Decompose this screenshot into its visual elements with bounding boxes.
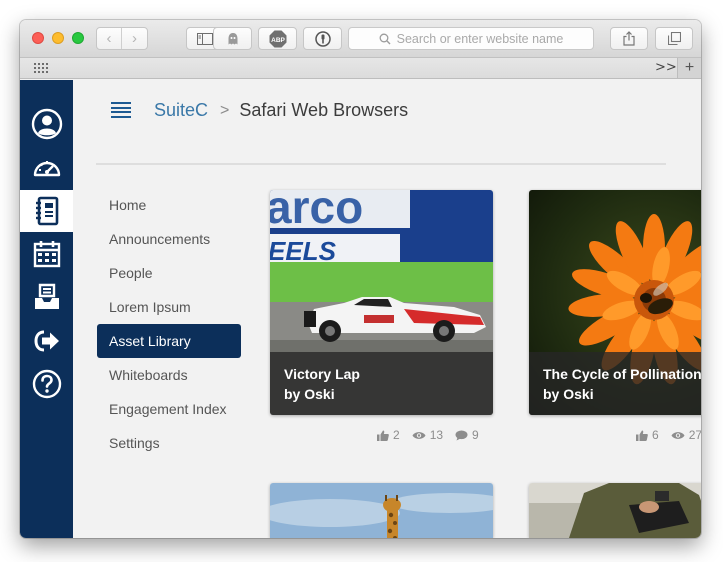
- asset-author: by Oski: [284, 386, 335, 402]
- hamburger-menu-icon[interactable]: [111, 102, 131, 118]
- address-bar[interactable]: Search or enter website name: [348, 27, 594, 50]
- nav-assets[interactable]: [20, 190, 73, 232]
- menu-item-people[interactable]: People: [97, 256, 241, 290]
- likes-count: 2: [393, 428, 400, 442]
- browser-window: ‹ › ABP Search or enter website name >> …: [20, 20, 701, 538]
- ghostery-button[interactable]: [213, 27, 252, 50]
- views-stat: 13: [412, 428, 443, 442]
- share-icon: [623, 31, 635, 46]
- nav-profile[interactable]: [20, 103, 73, 145]
- views-count: 27: [688, 428, 701, 442]
- page-title: Safari Web Browsers: [239, 100, 409, 120]
- thumbs-up-icon: [636, 430, 648, 441]
- back-forward-group: ‹ ›: [96, 27, 148, 50]
- asset-stats: 6 27: [636, 428, 701, 442]
- menu-item-settings[interactable]: Settings: [97, 426, 241, 460]
- main-content: SuiteC > Safari Web Browsers Home Announ…: [73, 80, 701, 538]
- browser-toolbar: ‹ › ABP Search or enter website name: [20, 20, 701, 58]
- tab-overview-button[interactable]: [655, 27, 693, 50]
- favorites-bar: >> +: [20, 58, 701, 79]
- eye-icon: [671, 431, 685, 439]
- adblock-label: ABP: [271, 37, 285, 44]
- more-icon[interactable]: >>: [655, 60, 677, 75]
- minimize-window-button[interactable]: [52, 32, 64, 44]
- svg-text:arco: arco: [270, 190, 363, 233]
- thumbs-up-icon: [377, 430, 389, 441]
- asset-caption: The Cycle of Pollination by Oski: [529, 352, 701, 415]
- sidebar-icon: [197, 32, 213, 45]
- asset-card[interactable]: arco EELS Victory Lap by Oski: [270, 190, 493, 415]
- menu-item-asset-library[interactable]: Asset Library: [97, 324, 241, 358]
- views-stat: 27: [671, 428, 701, 442]
- asset-title: The Cycle of Pollination: [543, 366, 701, 382]
- calendar-icon: [33, 241, 60, 268]
- address-placeholder: Search or enter website name: [396, 31, 564, 46]
- menu-item-whiteboards[interactable]: Whiteboards: [97, 358, 241, 392]
- inbox-icon: [34, 283, 59, 309]
- back-icon[interactable]: ‹: [97, 28, 123, 49]
- zoom-window-button[interactable]: [72, 32, 84, 44]
- nav-dashboard[interactable]: [20, 146, 73, 188]
- app-icon-rail: [20, 80, 73, 538]
- header-divider: [96, 163, 666, 165]
- asset-card[interactable]: The Cycle of Pollination by Oski: [529, 190, 701, 415]
- dashboard-icon: [33, 161, 60, 177]
- breadcrumb: SuiteC > Safari Web Browsers: [154, 100, 408, 121]
- nav-calendar[interactable]: [20, 233, 73, 275]
- menu-item-announcements[interactable]: Announcements: [97, 222, 241, 256]
- breadcrumb-root-link[interactable]: SuiteC: [154, 100, 208, 121]
- asset-title: Victory Lap: [284, 366, 360, 382]
- comments-count: 9: [472, 428, 479, 442]
- course-menu: Home Announcements People Lorem Ipsum As…: [97, 188, 241, 460]
- asset-card[interactable]: [529, 483, 701, 538]
- password-icon: [314, 30, 331, 47]
- comments-stat[interactable]: 9: [455, 428, 479, 442]
- likes-stat[interactable]: 6: [636, 428, 659, 442]
- favorites-grid-icon[interactable]: [34, 63, 48, 73]
- sign-out-icon: [33, 330, 59, 352]
- tabs-icon: [667, 32, 681, 45]
- asset-caption: Victory Lap by Oski: [270, 352, 493, 415]
- menu-item-engagement-index[interactable]: Engagement Index: [97, 392, 241, 426]
- nav-inbox[interactable]: [20, 276, 73, 318]
- nav-help[interactable]: [20, 363, 73, 405]
- user-icon: [31, 108, 62, 140]
- new-tab-icon[interactable]: +: [677, 58, 701, 78]
- comment-icon: [455, 430, 468, 440]
- asset-thumbnail-giraffe: [270, 483, 493, 538]
- ghostery-icon: [228, 32, 237, 44]
- eye-icon: [412, 431, 426, 439]
- breadcrumb-separator: >: [220, 101, 230, 119]
- share-button[interactable]: [610, 27, 648, 50]
- asset-thumbnail-person: [529, 483, 701, 538]
- menu-item-lorem-ipsum[interactable]: Lorem Ipsum: [97, 290, 241, 324]
- help-icon: [32, 369, 61, 399]
- close-window-button[interactable]: [32, 32, 44, 44]
- nav-sign-out[interactable]: [20, 320, 73, 362]
- menu-item-home[interactable]: Home: [97, 188, 241, 222]
- asset-stats: 2 13 9: [377, 428, 491, 442]
- svg-text:EELS: EELS: [270, 236, 337, 266]
- likes-stat[interactable]: 2: [377, 428, 400, 442]
- adblock-button[interactable]: ABP: [258, 27, 297, 50]
- password-button[interactable]: [303, 27, 342, 50]
- notebook-icon: [35, 196, 58, 226]
- adblock-icon: ABP: [269, 30, 286, 47]
- asset-card[interactable]: [270, 483, 493, 538]
- forward-icon[interactable]: ›: [122, 28, 147, 49]
- search-icon: [379, 33, 391, 45]
- asset-author: by Oski: [543, 386, 594, 402]
- views-count: 13: [429, 428, 444, 442]
- likes-count: 6: [652, 428, 659, 442]
